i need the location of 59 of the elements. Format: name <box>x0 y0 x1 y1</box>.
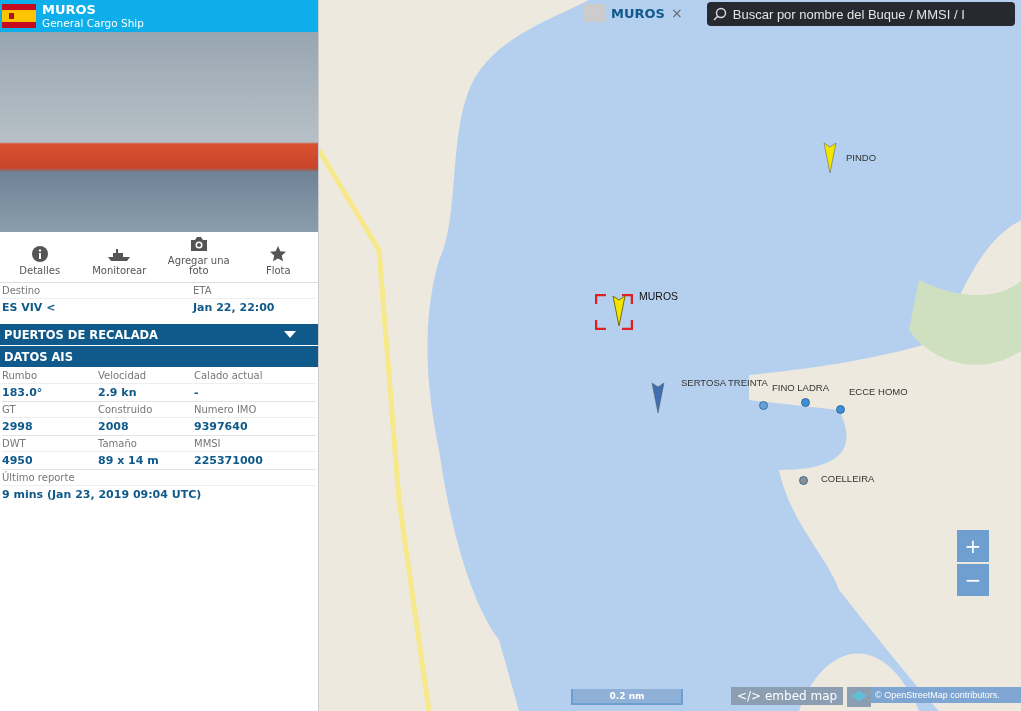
vessel-marker-icon[interactable] <box>613 296 625 326</box>
star-icon <box>270 246 287 262</box>
vessel-dot-icon[interactable] <box>759 401 768 410</box>
field-value: Jan 22, 22:00 <box>193 298 316 316</box>
vessel-marker-icon[interactable] <box>824 143 836 173</box>
vessel-name: COELLEIRA <box>821 473 875 484</box>
selection-brackets-icon <box>595 294 633 330</box>
close-button[interactable]: × <box>670 5 683 21</box>
section-header: DATOS AIS <box>0 346 318 368</box>
action-button[interactable]: Flota <box>238 232 318 282</box>
vessel-name: MUROS <box>639 290 679 302</box>
field-value: 4950 <box>2 451 98 469</box>
action-button[interactable]: Detalles <box>0 232 80 282</box>
vessel-dot-icon[interactable] <box>801 398 810 407</box>
field-label: Último reporte <box>2 469 316 485</box>
field-label: Velocidad <box>98 369 148 383</box>
vessel-name: SERTOSA TREINTA <box>681 377 768 388</box>
vessel-dot-icon[interactable] <box>799 476 808 485</box>
field-label: Rumbo <box>2 369 39 383</box>
vessel-dot-icon[interactable] <box>836 405 845 414</box>
field-value: 2.9 kn <box>98 383 194 401</box>
field-value: 183.0° <box>2 383 98 401</box>
vessel-tab[interactable]: MUROS <box>611 5 665 21</box>
vessel-name: FINO LADRA <box>772 382 829 393</box>
field-label: Numero IMO <box>194 401 316 417</box>
field-value: 89 x 14 m <box>98 451 194 469</box>
field-value: 2998 <box>2 417 98 435</box>
field-value: - <box>194 383 316 401</box>
flag-icon <box>2 4 36 28</box>
field-value: ES VIV < <box>2 298 193 316</box>
field-label: Tamaño <box>98 435 194 451</box>
search-field[interactable]: Buscar por nombre del Buque / MMSI / I <box>707 2 1015 26</box>
vessel-type: General Cargo Ship <box>42 17 144 29</box>
vessel-name: PINDO <box>846 152 877 163</box>
info-icon <box>31 246 48 262</box>
field-label: Destino <box>2 284 42 298</box>
action-button[interactable]: Monitorear <box>79 232 159 282</box>
field-label: Construido <box>98 401 194 417</box>
caret-icon <box>284 331 296 338</box>
vessel-thumbnail-icon <box>583 4 605 22</box>
field-label: MMSI <box>194 435 316 451</box>
field-value: 2008 <box>98 417 194 435</box>
vessel-name: MUROS <box>42 3 97 17</box>
field-label: ETA <box>193 284 213 298</box>
camera-icon <box>188 236 209 252</box>
ship-icon <box>107 248 132 262</box>
field-value: 9397640 <box>194 417 316 435</box>
scale-bar: 0.2 nm <box>571 689 683 705</box>
search-icon <box>713 7 727 21</box>
field-label: Calado actual <box>194 369 264 383</box>
vessel-marker-icon[interactable] <box>652 383 664 413</box>
field-label: DWT <box>2 435 98 451</box>
field-value: 225371000 <box>194 451 316 469</box>
field-label: GT <box>2 401 98 417</box>
vessel-name: ECCE HOMO <box>849 386 908 397</box>
attribution-text: © OpenStreetMap contributors. <box>871 687 1021 703</box>
field-value: 9 mins (Jan 23, 2019 09:04 UTC) <box>2 485 316 503</box>
action-button[interactable]: Agregar una foto <box>159 232 239 282</box>
section-header[interactable]: PUERTOS DE RECALADA <box>0 324 318 346</box>
